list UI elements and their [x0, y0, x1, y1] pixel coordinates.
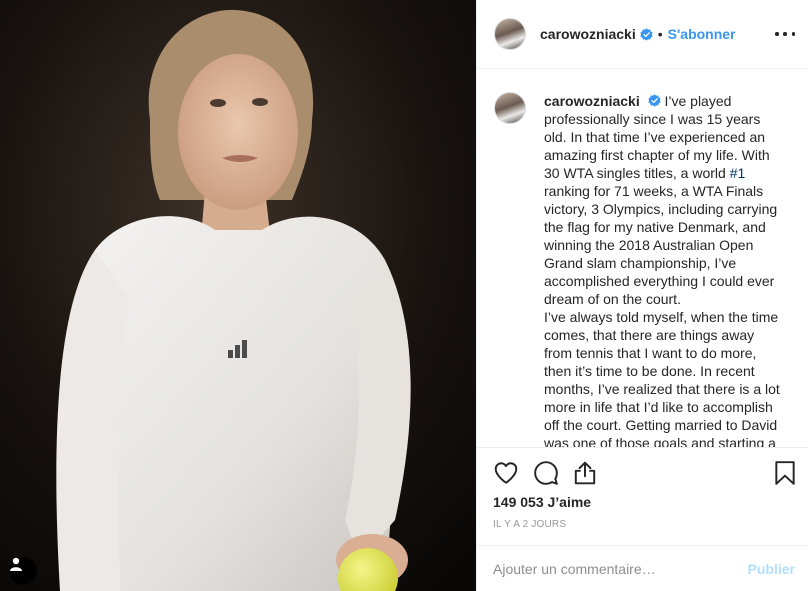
comments-area[interactable]: carowozniacki I’ve played professionally… [477, 70, 808, 447]
more-horizontal-icon[interactable] [775, 24, 795, 44]
verified-badge-icon [640, 27, 653, 41]
post-header: carowozniacki • S'abonner [477, 0, 808, 69]
bookmark-icon[interactable] [772, 460, 798, 486]
post-photo[interactable] [0, 0, 476, 591]
heart-icon[interactable] [493, 460, 519, 486]
avatar[interactable] [494, 18, 526, 50]
user-tag-button[interactable] [9, 557, 37, 585]
comment-form: Publier [477, 545, 808, 591]
photo-illustration [0, 0, 476, 591]
header-separator: • [657, 26, 663, 42]
header-username[interactable]: carowozniacki [540, 26, 636, 42]
user-tag-icon [10, 557, 22, 571]
avatar[interactable] [494, 92, 526, 124]
caption-body-part2: ranking for 71 weeks, a WTA Finals victo… [544, 183, 778, 307]
hashtag-link[interactable]: #1 [730, 165, 746, 181]
publish-button[interactable]: Publier [748, 561, 795, 577]
comment-input[interactable] [493, 560, 748, 577]
share-icon[interactable] [572, 460, 598, 486]
post-timestamp[interactable]: IL Y A 2 JOURS [493, 519, 566, 530]
verified-badge-icon [648, 94, 661, 107]
follow-button[interactable]: S'abonner [668, 26, 736, 42]
caption: carowozniacki I’ve played professionally… [494, 92, 793, 447]
like-count[interactable]: 149 053 J’aime [493, 494, 591, 510]
post-side-panel: carowozniacki • S'abonner carowozniacki … [476, 0, 808, 591]
caption-paragraph-2: I’ve always told myself, when the time c… [544, 309, 780, 447]
comment-icon[interactable] [533, 460, 559, 486]
caption-username[interactable]: carowozniacki [544, 93, 640, 109]
action-bar [477, 447, 808, 498]
caption-text: carowozniacki I’ve played professionally… [544, 92, 782, 447]
